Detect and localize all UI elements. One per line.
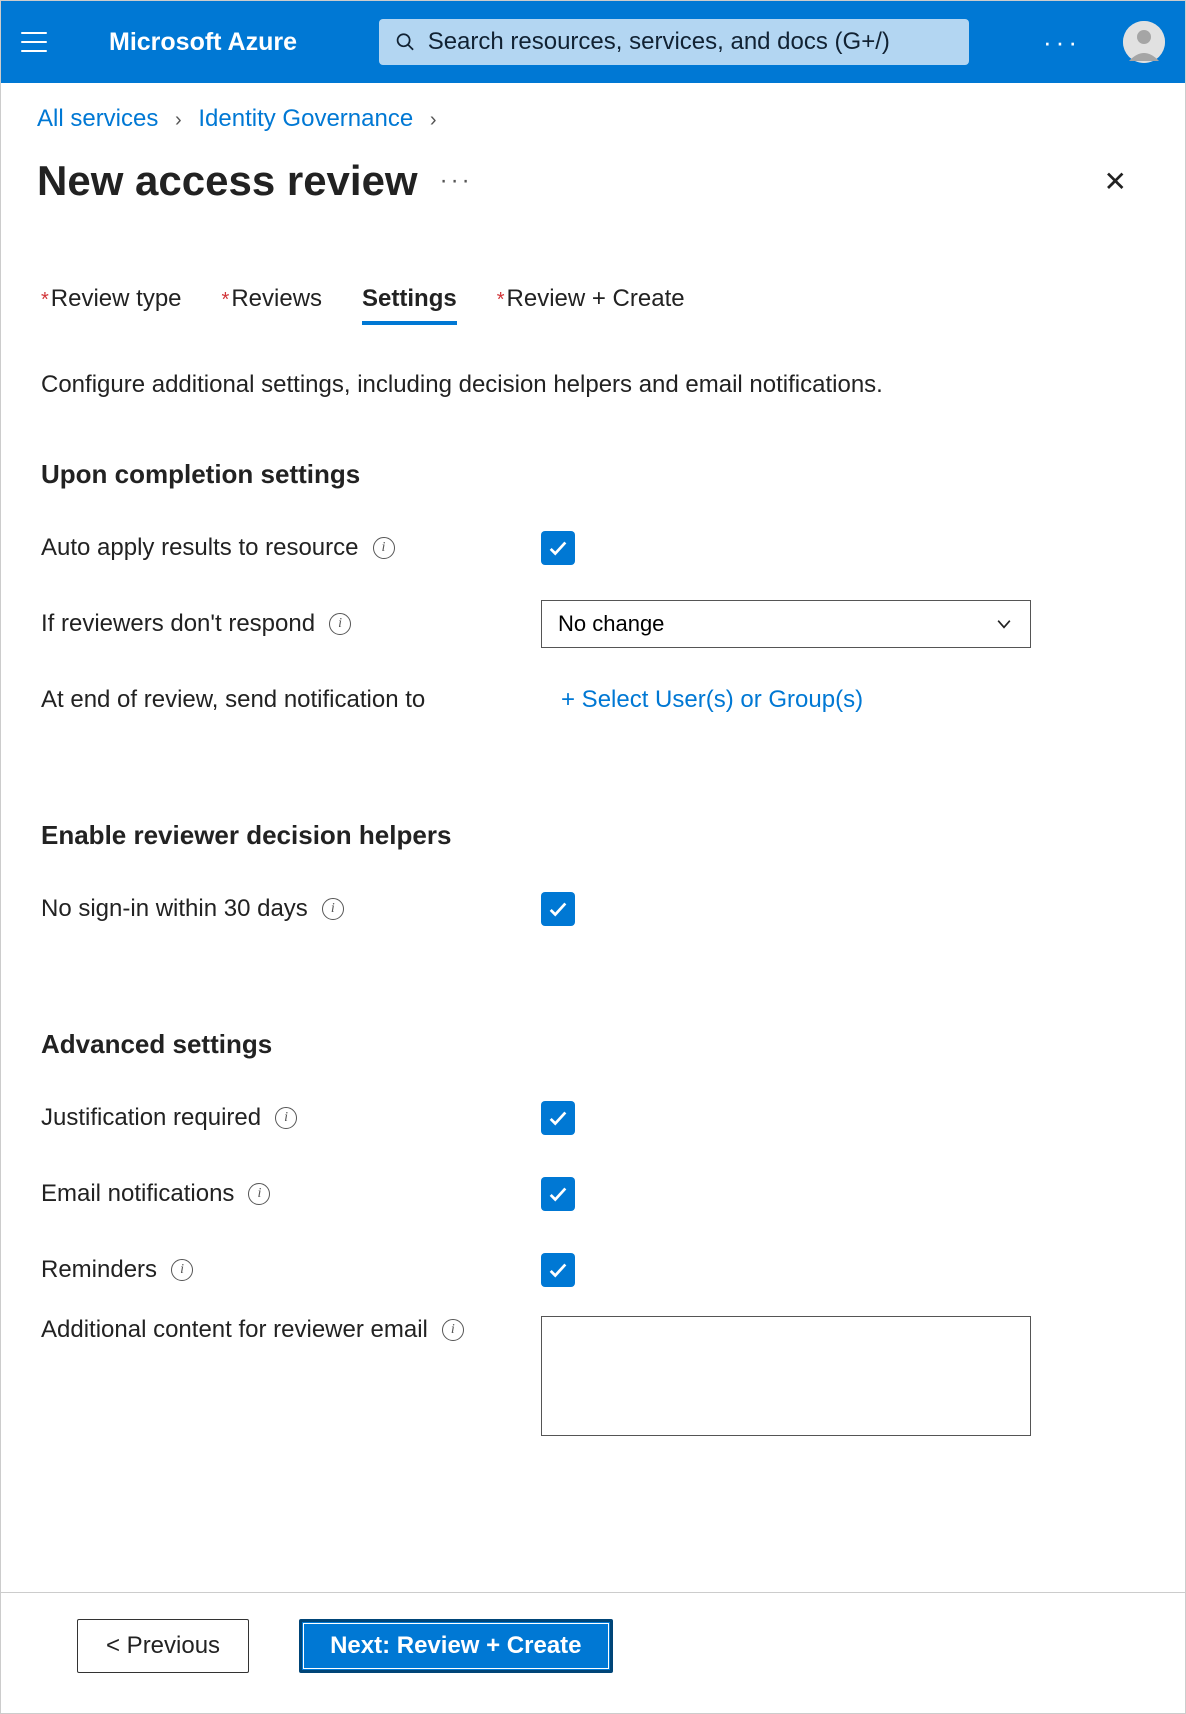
textarea-additional-content[interactable] [541, 1316, 1031, 1436]
more-icon[interactable]: ··· [1023, 27, 1101, 58]
title-more-icon[interactable]: ··· [440, 167, 473, 195]
breadcrumb: All services › Identity Governance › [1, 83, 1185, 133]
info-icon[interactable]: i [171, 1259, 193, 1281]
breadcrumb-link[interactable]: All services [37, 105, 158, 132]
select-no-respond[interactable]: No change [541, 600, 1031, 648]
checkbox-reminders[interactable] [541, 1253, 575, 1287]
checkbox-email-notifications[interactable] [541, 1177, 575, 1211]
info-icon[interactable]: i [322, 898, 344, 920]
avatar[interactable] [1123, 21, 1165, 63]
info-icon[interactable]: i [275, 1107, 297, 1129]
info-icon[interactable]: i [442, 1319, 464, 1341]
row-justification: Justification required i [41, 1088, 1145, 1148]
brand-label: Microsoft Azure [109, 28, 297, 57]
checkbox-auto-apply[interactable] [541, 531, 575, 565]
tab-bar: *Review type *Reviews Settings *Review +… [41, 285, 1145, 331]
section-heading-advanced: Advanced settings [41, 1029, 1145, 1060]
search-icon [395, 31, 416, 53]
section-heading-completion: Upon completion settings [41, 459, 1145, 490]
row-notify: At end of review, send notification to +… [41, 670, 1145, 730]
tab-review-create[interactable]: *Review + Create [497, 285, 685, 325]
label-justification: Justification required [41, 1104, 261, 1132]
label-additional-content: Additional content for reviewer email [41, 1316, 428, 1344]
next-button[interactable]: Next: Review + Create [299, 1619, 612, 1673]
tab-reviews[interactable]: *Reviews [222, 285, 323, 325]
tab-settings[interactable]: Settings [362, 285, 457, 325]
link-select-users[interactable]: + Select User(s) or Group(s) [541, 686, 863, 713]
chevron-down-icon [994, 614, 1014, 634]
tab-review-type[interactable]: *Review type [41, 285, 182, 325]
breadcrumb-link[interactable]: Identity Governance [198, 105, 413, 132]
label-no-signin: No sign-in within 30 days [41, 895, 308, 923]
search-box[interactable] [379, 19, 969, 65]
info-icon[interactable]: i [373, 537, 395, 559]
row-reminders: Reminders i [41, 1240, 1145, 1300]
page-title: New access review [37, 157, 418, 205]
row-additional-content: Additional content for reviewer email i [41, 1316, 1145, 1441]
search-input[interactable] [428, 28, 953, 56]
label-notify: At end of review, send notification to [41, 686, 425, 714]
tab-description: Configure additional settings, including… [41, 371, 1145, 399]
user-icon [1123, 21, 1165, 63]
info-icon[interactable]: i [329, 613, 351, 635]
chevron-right-icon: › [175, 109, 182, 131]
title-bar: New access review ··· ✕ [1, 133, 1185, 205]
row-no-respond: If reviewers don't respond i No change [41, 594, 1145, 654]
top-bar: Microsoft Azure ··· [1, 1, 1185, 83]
info-icon[interactable]: i [248, 1183, 270, 1205]
row-auto-apply: Auto apply results to resource i [41, 518, 1145, 578]
footer-bar: < Previous Next: Review + Create [1, 1592, 1185, 1713]
previous-button[interactable]: < Previous [77, 1619, 249, 1673]
scroll-area[interactable]: *Review type *Reviews Settings *Review +… [1, 245, 1185, 1592]
label-auto-apply: Auto apply results to resource [41, 534, 359, 562]
select-value: No change [558, 611, 664, 637]
chevron-right-icon: › [430, 109, 437, 131]
close-icon[interactable]: ✕ [1104, 165, 1127, 198]
section-heading-helpers: Enable reviewer decision helpers [41, 820, 1145, 851]
checkbox-justification[interactable] [541, 1101, 575, 1135]
label-reminders: Reminders [41, 1256, 157, 1284]
checkbox-no-signin[interactable] [541, 892, 575, 926]
row-no-signin: No sign-in within 30 days i [41, 879, 1145, 939]
hamburger-icon[interactable] [21, 32, 47, 52]
row-email-notifications: Email notifications i [41, 1164, 1145, 1224]
label-email-notifications: Email notifications [41, 1180, 234, 1208]
label-no-respond: If reviewers don't respond [41, 610, 315, 638]
